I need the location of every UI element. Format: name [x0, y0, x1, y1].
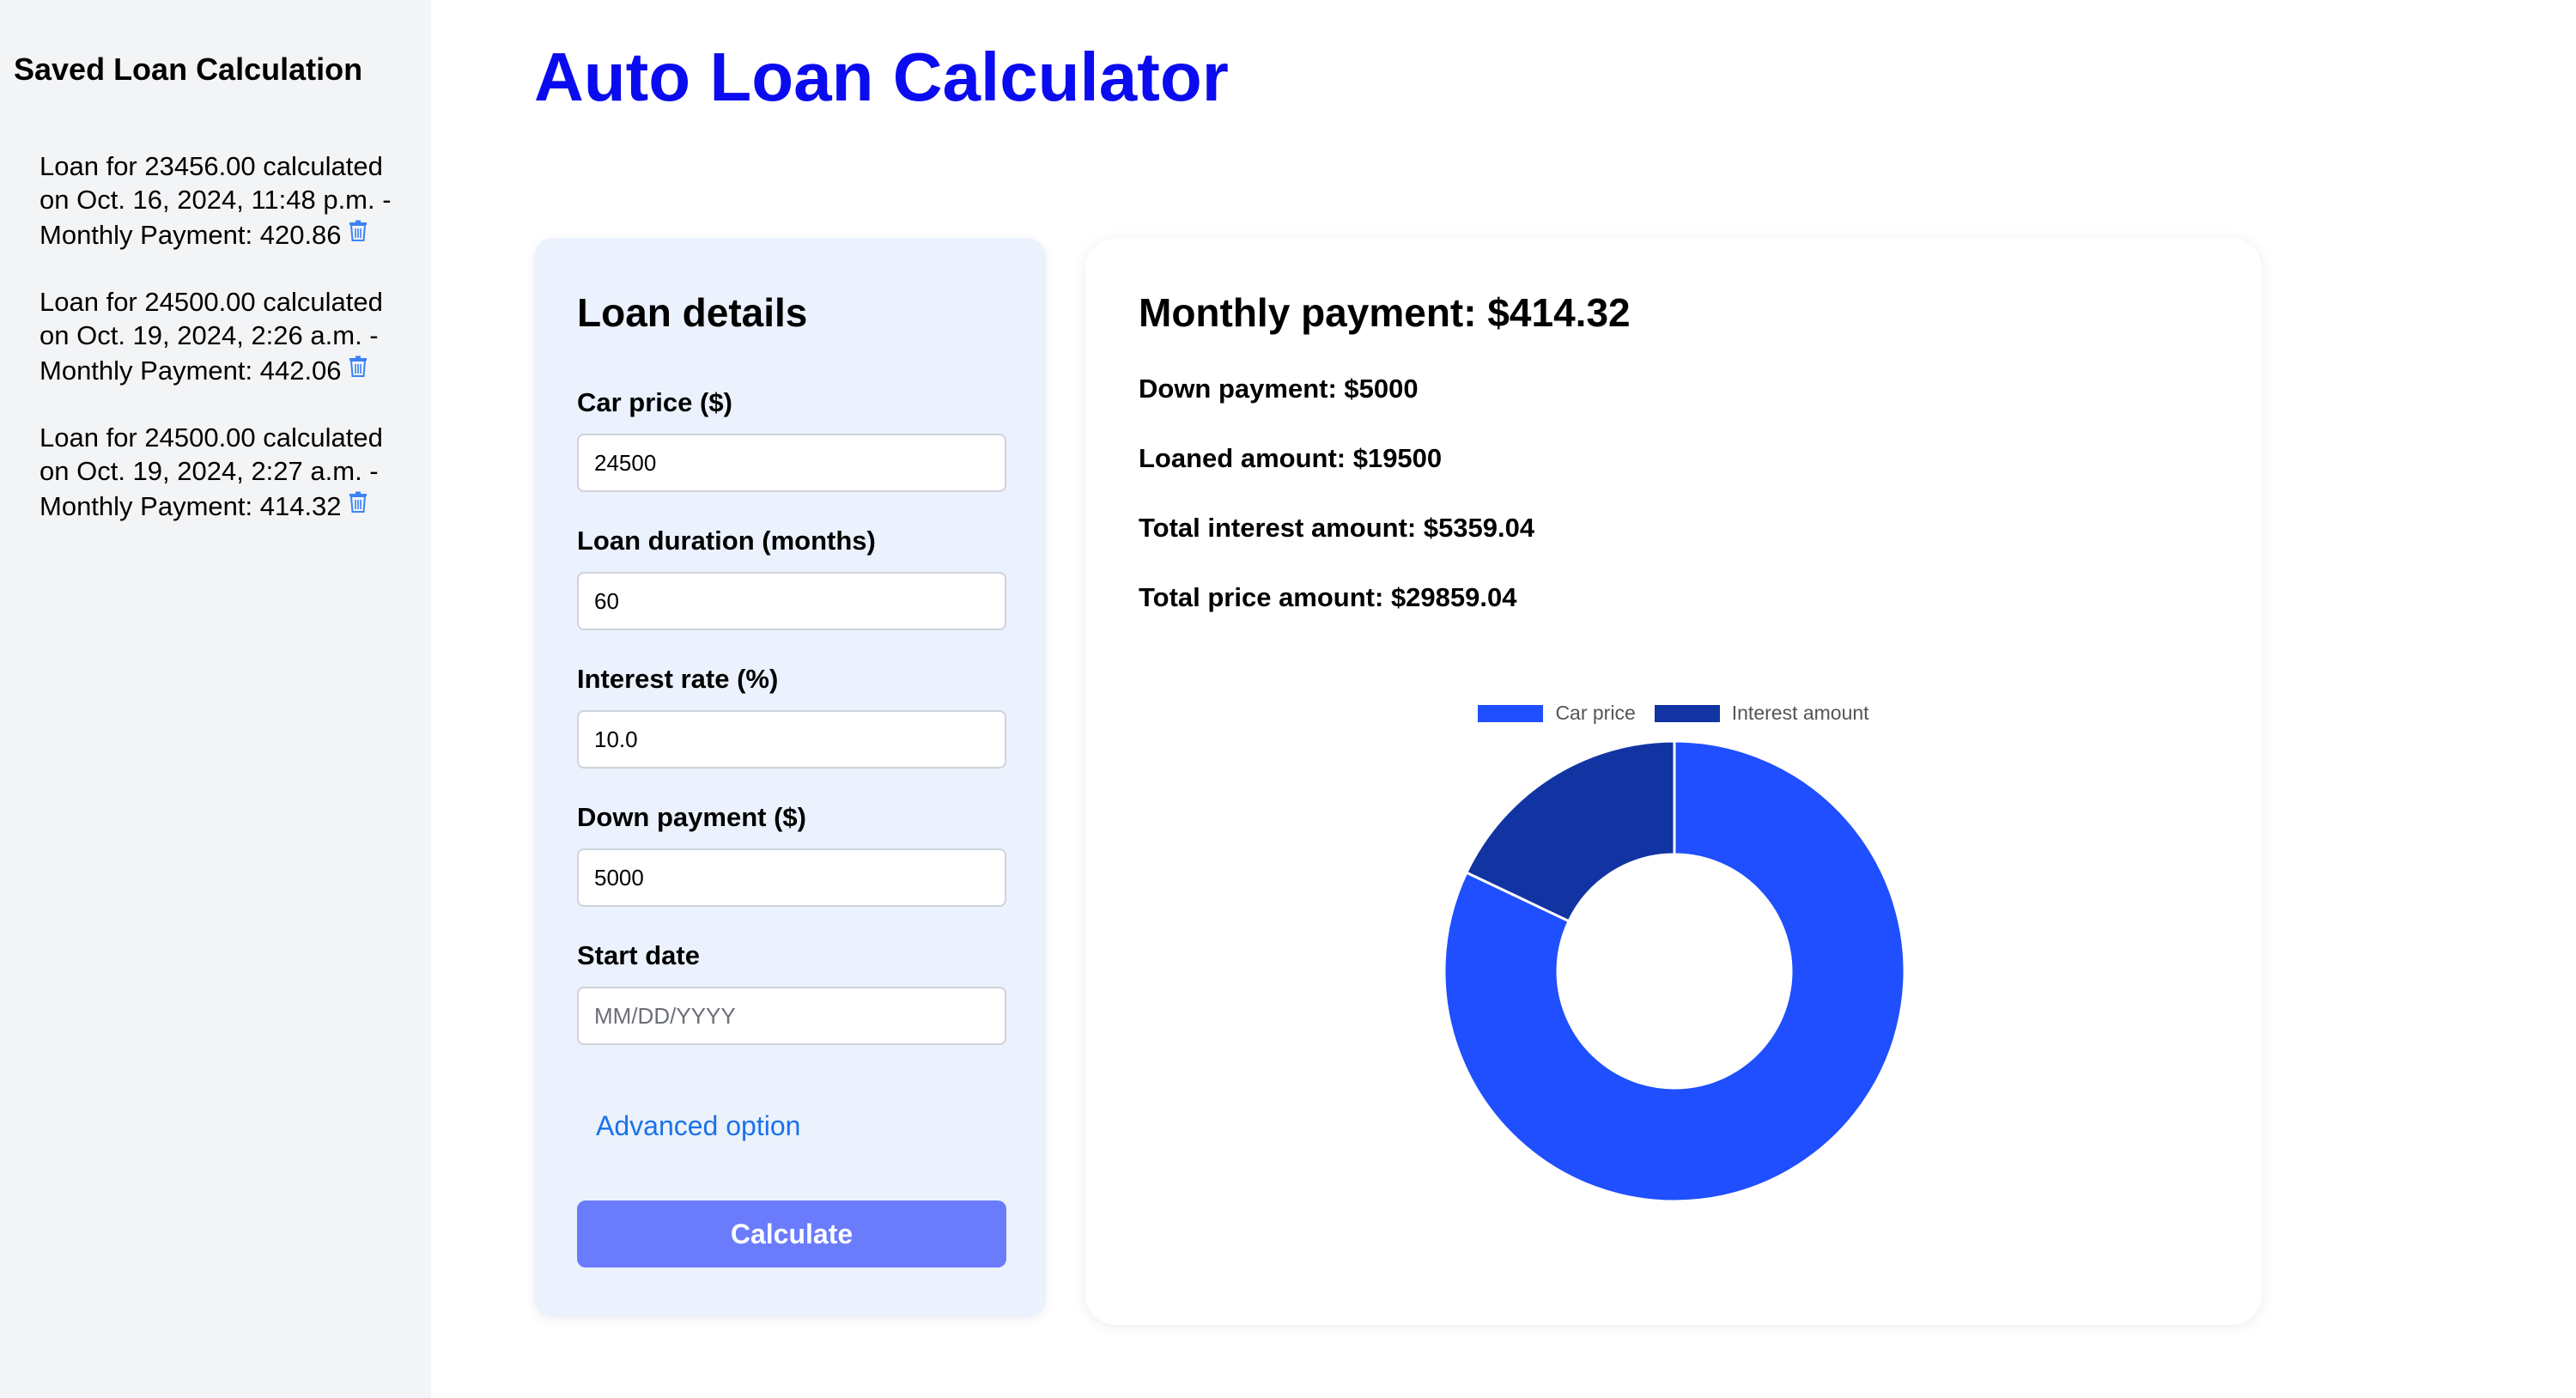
- legend-label: Car price: [1555, 702, 1636, 724]
- down-payment-input[interactable]: [577, 848, 1006, 907]
- results-card: Monthly payment: $414.32 Down payment: $…: [1085, 238, 2262, 1325]
- saved-loan-text: Loan for 24500.00 calculated on Oct. 19,…: [39, 287, 383, 386]
- loan-details-card: Loan details Car price ($) Loan duration…: [534, 238, 1046, 1317]
- down-payment-label: Down payment ($): [577, 802, 806, 832]
- interest-rate-input[interactable]: [577, 710, 1006, 769]
- saved-calculations-sidebar: Saved Loan Calculation Loan for 23456.00…: [0, 0, 431, 1398]
- down-payment-result: Down payment: $5000: [1139, 374, 1419, 404]
- legend-item-interest-amount[interactable]: Interest amount: [1654, 702, 1869, 725]
- trash-icon[interactable]: [349, 488, 368, 521]
- legend-label: Interest amount: [1731, 702, 1869, 724]
- legend-item-car-price[interactable]: Car price: [1478, 702, 1636, 725]
- saved-loan-text: Loan for 24500.00 calculated on Oct. 19,…: [39, 422, 383, 521]
- saved-loan-list: Loan for 23456.00 calculated on Oct. 16,…: [39, 149, 400, 556]
- total-price-result: Total price amount: $29859.04: [1139, 582, 1517, 612]
- car-price-label: Car price ($): [577, 387, 732, 417]
- loan-duration-label: Loan duration (months): [577, 526, 876, 556]
- sidebar-title: Saved Loan Calculation: [14, 52, 363, 87]
- total-interest-result: Total interest amount: $5359.04: [1139, 513, 1535, 543]
- saved-loan-item: Loan for 23456.00 calculated on Oct. 16,…: [39, 149, 400, 252]
- page-title: Auto Loan Calculator: [534, 39, 1229, 115]
- monthly-payment-heading: Monthly payment: $414.32: [1139, 290, 1631, 335]
- loaned-amount-result: Loaned amount: $19500: [1139, 443, 1443, 473]
- advanced-option-link[interactable]: Advanced option: [596, 1110, 800, 1142]
- trash-icon[interactable]: [349, 216, 368, 250]
- donut-chart: [1444, 741, 1905, 1201]
- interest-rate-label: Interest rate (%): [577, 664, 779, 694]
- saved-loan-item: Loan for 24500.00 calculated on Oct. 19,…: [39, 421, 400, 523]
- loan-details-heading: Loan details: [577, 290, 808, 335]
- start-date-input[interactable]: [577, 987, 1006, 1045]
- trash-icon[interactable]: [349, 352, 368, 386]
- legend-swatch: [1654, 704, 1720, 722]
- calculate-button[interactable]: Calculate: [577, 1200, 1006, 1267]
- chart-legend: Car price Interest amount: [1085, 702, 2262, 725]
- car-price-input[interactable]: [577, 434, 1006, 492]
- saved-loan-item: Loan for 24500.00 calculated on Oct. 19,…: [39, 285, 400, 387]
- saved-loan-text: Loan for 23456.00 calculated on Oct. 16,…: [39, 151, 392, 250]
- legend-swatch: [1478, 704, 1544, 722]
- loan-duration-input[interactable]: [577, 572, 1006, 630]
- start-date-label: Start date: [577, 940, 700, 970]
